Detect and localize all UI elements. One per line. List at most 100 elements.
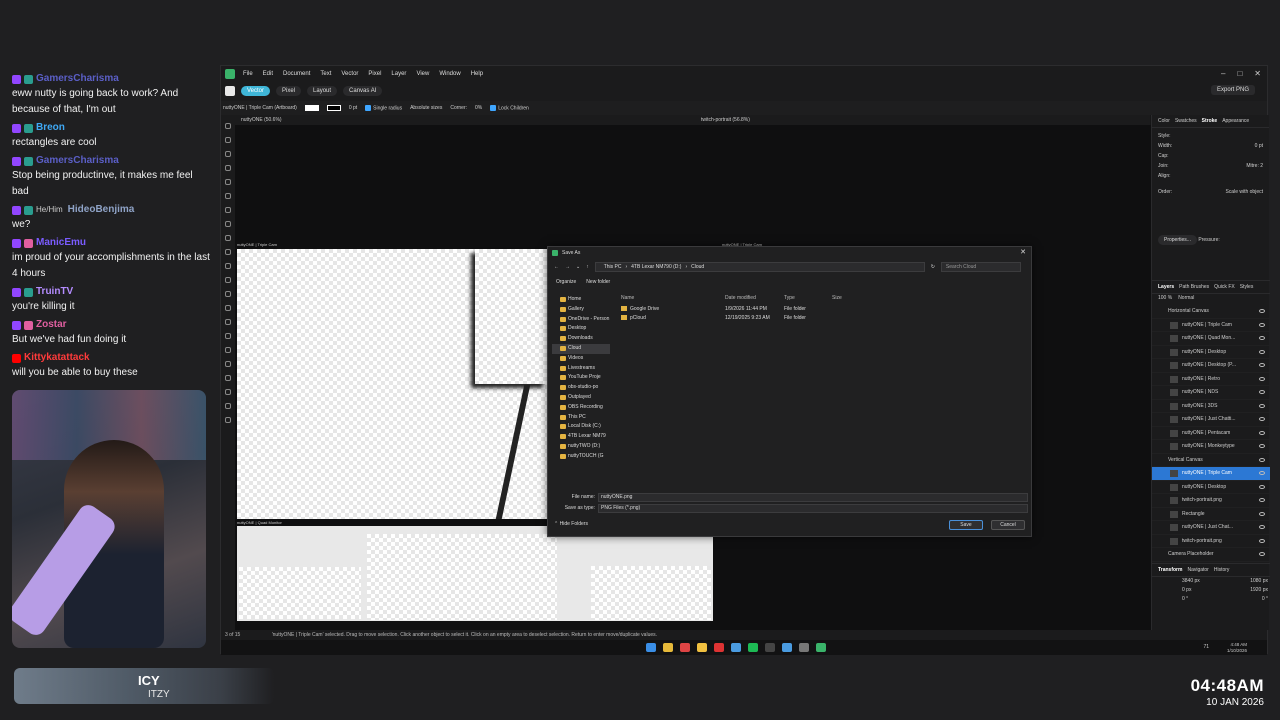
tool-icon[interactable] xyxy=(225,207,231,213)
tool-icon[interactable] xyxy=(225,417,231,423)
visibility-icon[interactable] xyxy=(1259,498,1265,502)
close-icon[interactable]: ✕ xyxy=(1254,69,1261,78)
panel-tab-styles[interactable]: Styles xyxy=(1240,284,1254,290)
obs-icon[interactable] xyxy=(714,643,724,652)
menu-file[interactable]: File xyxy=(243,71,253,77)
file-explorer-icon[interactable] xyxy=(697,643,707,652)
layer-item[interactable]: nuttyONE | Retro xyxy=(1152,373,1270,386)
sidebar-item[interactable]: obs-studio-po xyxy=(552,383,610,393)
layer-item[interactable]: nuttyONE | NDS xyxy=(1152,386,1270,400)
single-radius-option[interactable]: Single radius xyxy=(365,104,402,111)
tab-twitch-portrait[interactable]: twitch-portrait (56.8%) xyxy=(701,117,750,123)
tool-icon[interactable] xyxy=(225,291,231,297)
tool-icon[interactable] xyxy=(225,165,231,171)
tool-icon[interactable] xyxy=(225,179,231,185)
visibility-icon[interactable] xyxy=(1259,538,1265,543)
chrome-dev-icon[interactable] xyxy=(680,643,690,652)
layer-item[interactable]: nuttyONE | Just Chatti... xyxy=(1152,413,1270,427)
persona-vector[interactable]: Vector xyxy=(241,86,271,96)
tool-icon[interactable] xyxy=(225,123,231,129)
visibility-icon[interactable] xyxy=(1259,376,1265,381)
visibility-icon[interactable] xyxy=(1259,444,1265,448)
sidebar-item[interactable]: Outplayed xyxy=(552,393,610,403)
menu-edit[interactable]: Edit xyxy=(263,71,273,77)
persona-canvas-ai[interactable]: Canvas AI xyxy=(343,86,383,96)
dialog-close-icon[interactable]: ✕ xyxy=(1020,247,1026,259)
layer-item[interactable]: Vertical Canvas xyxy=(1152,454,1270,467)
sidebar-item[interactable]: nuttyTOUCH (G xyxy=(552,452,610,462)
menu-layer[interactable]: Layer xyxy=(391,71,406,77)
spotify-icon[interactable] xyxy=(748,643,758,652)
cancel-button[interactable]: Cancel xyxy=(991,520,1025,530)
panel-tab-path-brushes[interactable]: Path Brushes xyxy=(1179,284,1209,290)
layer-item[interactable]: Camera Placeholder xyxy=(1152,548,1270,562)
visibility-icon[interactable] xyxy=(1259,525,1265,529)
layer-item[interactable]: nuttyONE | Triple Cam xyxy=(1152,467,1270,481)
search-input[interactable]: Search Cloud xyxy=(940,262,1021,272)
tool-icon[interactable] xyxy=(225,249,231,255)
col-name[interactable]: Name xyxy=(618,295,725,305)
tool-icon[interactable] xyxy=(225,151,231,157)
tool-icon[interactable] xyxy=(225,277,231,283)
panel-tab-transform[interactable]: Transform xyxy=(1158,567,1182,573)
chat-username[interactable]: TruinTV xyxy=(36,285,73,299)
stroke-width[interactable]: 0 pt xyxy=(349,105,357,111)
tool-icon[interactable] xyxy=(225,375,231,381)
visibility-icon[interactable] xyxy=(1259,484,1265,489)
breadcrumb-item[interactable]: 4TB Lexar NM790 (D:) xyxy=(631,263,681,271)
back-icon[interactable]: ← xyxy=(554,264,559,270)
menu-vector[interactable]: Vector xyxy=(341,71,358,77)
file-name-input[interactable]: nuttyONE.png xyxy=(598,492,1028,502)
transform-x[interactable]: 3840 px xyxy=(1182,578,1200,584)
visibility-icon[interactable] xyxy=(1259,403,1265,408)
tool-icon[interactable] xyxy=(225,347,231,353)
page-counter[interactable]: 3 of 15 xyxy=(225,632,240,638)
stroke-swatch[interactable] xyxy=(326,105,341,111)
tool-icon[interactable] xyxy=(225,389,231,395)
chrome-icon[interactable] xyxy=(663,643,673,652)
visibility-icon[interactable] xyxy=(1259,430,1265,435)
layer-item[interactable]: nuttyONE | Desktop xyxy=(1152,346,1270,359)
refresh-icon[interactable]: ↻ xyxy=(931,264,935,270)
menu-help[interactable]: Help xyxy=(471,71,483,77)
tool-icon[interactable] xyxy=(225,263,231,269)
affinity-taskbar-icon[interactable] xyxy=(816,643,826,652)
sidebar-item[interactable]: Downloads xyxy=(552,334,610,344)
start-icon[interactable] xyxy=(646,643,656,652)
save-button[interactable]: Save xyxy=(949,520,983,530)
tool-icon[interactable] xyxy=(225,333,231,339)
chat-username[interactable]: HideoBenjima xyxy=(68,203,135,217)
transform-rotate[interactable]: 0 ° xyxy=(1182,596,1188,602)
export-button[interactable]: Export PNG xyxy=(1210,85,1255,95)
cam-frame[interactable] xyxy=(475,249,547,384)
absolute-sizes-option[interactable]: Absolute sizes xyxy=(410,105,442,111)
layer-item[interactable]: twitch-portrait.png xyxy=(1152,535,1270,548)
sidebar-item[interactable]: Gallery xyxy=(552,305,610,315)
sidebar-item[interactable]: Livestreams xyxy=(552,364,610,374)
transform-y[interactable]: 0 px xyxy=(1182,587,1191,593)
tool-icon[interactable] xyxy=(225,235,231,241)
panel-tab-appearance[interactable]: Appearance xyxy=(1222,118,1249,124)
corner-percent[interactable]: 0% xyxy=(475,105,482,111)
tool-icon[interactable] xyxy=(225,305,231,311)
menu-pixel[interactable]: Pixel xyxy=(368,71,381,77)
chat-username[interactable]: GamersCharisma xyxy=(36,154,119,168)
layer-item[interactable]: nuttyONE | Monkeytype xyxy=(1152,440,1270,454)
transform-h[interactable]: 1920 px xyxy=(1250,586,1268,595)
app-icon-4[interactable] xyxy=(799,643,809,652)
save-type-select[interactable]: PNG Files (*.png) xyxy=(598,503,1028,513)
artboard-quad-monitor[interactable] xyxy=(237,526,713,621)
tool-icon[interactable] xyxy=(225,361,231,367)
persona-layout[interactable]: Layout xyxy=(307,86,338,96)
sidebar-item[interactable]: Cloud xyxy=(552,343,610,354)
chat-username[interactable]: Kittykatattack xyxy=(24,351,90,365)
panel-tab-navigator[interactable]: Navigator xyxy=(1187,567,1208,573)
hide-folders-toggle[interactable]: ⌃ Hide Folders xyxy=(554,521,588,527)
recent-icon[interactable]: ⌄ xyxy=(576,264,580,270)
app-icon-2[interactable] xyxy=(765,643,775,652)
menu-view[interactable]: View xyxy=(416,71,429,77)
layer-item[interactable]: nuttyONE | Pentacam xyxy=(1152,427,1270,440)
chat-username[interactable]: Breon xyxy=(36,121,65,135)
sidebar-item[interactable]: Desktop xyxy=(552,324,610,334)
sidebar-item[interactable]: 4TB Lexar NM79 xyxy=(552,432,610,442)
